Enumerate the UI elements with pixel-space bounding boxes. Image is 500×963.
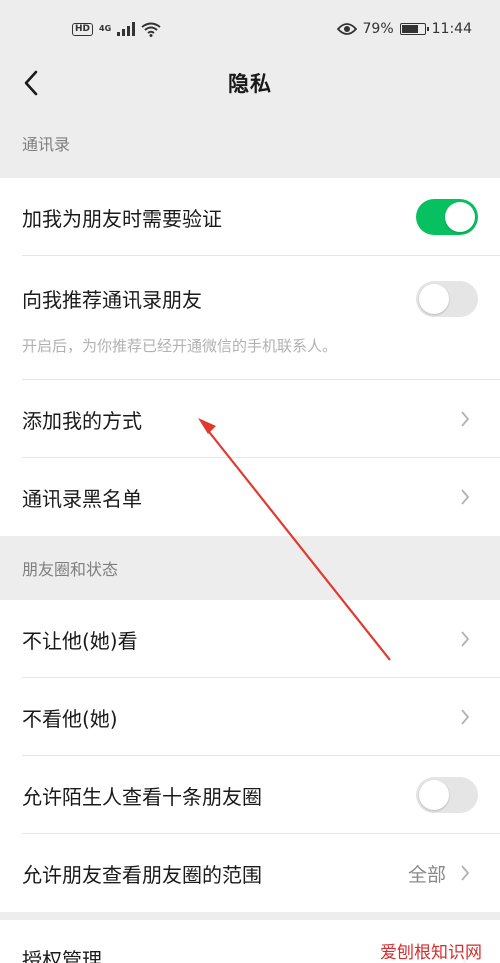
section-header-moments: 朋友圈和状态 [22,560,119,579]
row-label: 通讯录黑名单 [22,486,142,511]
battery-level-fill [401,25,419,33]
eye-icon [336,23,357,35]
row-strangers-view-ten[interactable]: 允许陌生人查看十条朋友圈 [0,756,500,834]
clock: 11:44 [431,21,472,37]
row-label: 允许朋友查看朋友圈的范围 [22,862,262,887]
recommend-contacts-hint: 开启后，为你推荐已经开通微信的手机联系人。 [22,336,338,355]
status-left: HD 4G [72,22,161,37]
toggle-knob [419,283,449,314]
row-add-me-methods[interactable]: 添加我的方式 [0,380,500,458]
row-label: 加我为朋友时需要验证 [22,206,222,231]
chevron-right-icon [458,629,472,649]
wifi-icon [141,22,161,37]
row-line: 向我推荐通讯录朋友 [22,280,478,317]
toggle-require-verification[interactable] [416,199,478,235]
status-bar: HD 4G 79% 11:44 [0,0,500,58]
moments-group: 不让他(她)看 不看他(她) 允许陌生人查看十条朋友圈 允许朋友查看朋友圈的范围… [0,600,500,912]
hd-badge: HD [72,22,94,36]
chevron-right-icon [458,487,472,507]
back-button[interactable] [14,66,48,100]
toggle-knob [445,202,475,232]
contacts-group: 加我为朋友时需要验证 向我推荐通讯录朋友 开启后，为你推荐已经开通微信的手机联系… [0,178,500,536]
toggle-recommend-contacts[interactable] [416,280,478,317]
row-label: 添加我的方式 [22,408,142,433]
row-hide-their-moments[interactable]: 不看他(她) [0,678,500,756]
battery-percent: 79% [362,21,394,37]
chevron-right-icon [458,707,472,727]
watermark: 爱刨根知识网 [376,938,486,963]
signal-icon [117,22,136,36]
section-header-contacts: 通讯录 [22,135,71,154]
page-title: 隐私 [228,72,272,96]
row-label: 向我推荐通讯录朋友 [22,288,202,312]
network-type: 4G [99,24,112,33]
chevron-right-icon [458,409,472,429]
battery-icon [399,23,429,35]
chevron-right-icon [458,863,472,883]
row-label: 不看他(她) [22,706,118,731]
row-label: 允许陌生人查看十条朋友圈 [22,784,262,809]
status-right: 79% 11:44 [336,21,472,37]
nav-bar: 隐私 [0,58,500,108]
toggle-knob [419,780,449,810]
row-hide-my-moments[interactable]: 不让他(她)看 [0,600,500,678]
row-moments-visible-range[interactable]: 允许朋友查看朋友圈的范围 全部 [0,834,500,912]
back-arrow-icon [24,70,38,96]
row-recommend-contacts[interactable]: 向我推荐通讯录朋友 开启后，为你推荐已经开通微信的手机联系人。 [0,256,500,380]
toggle-strangers-view-ten[interactable] [416,777,478,813]
row-label: 不让他(她)看 [22,628,138,653]
privacy-settings-screen: HD 4G 79% 11:44 隐私 通讯录 加我为朋友时需要验证 向我推荐通讯… [0,0,500,963]
row-contacts-blacklist[interactable]: 通讯录黑名单 [0,458,500,536]
visible-range-value: 全部 [407,863,446,886]
row-require-verification[interactable]: 加我为朋友时需要验证 [0,178,500,256]
